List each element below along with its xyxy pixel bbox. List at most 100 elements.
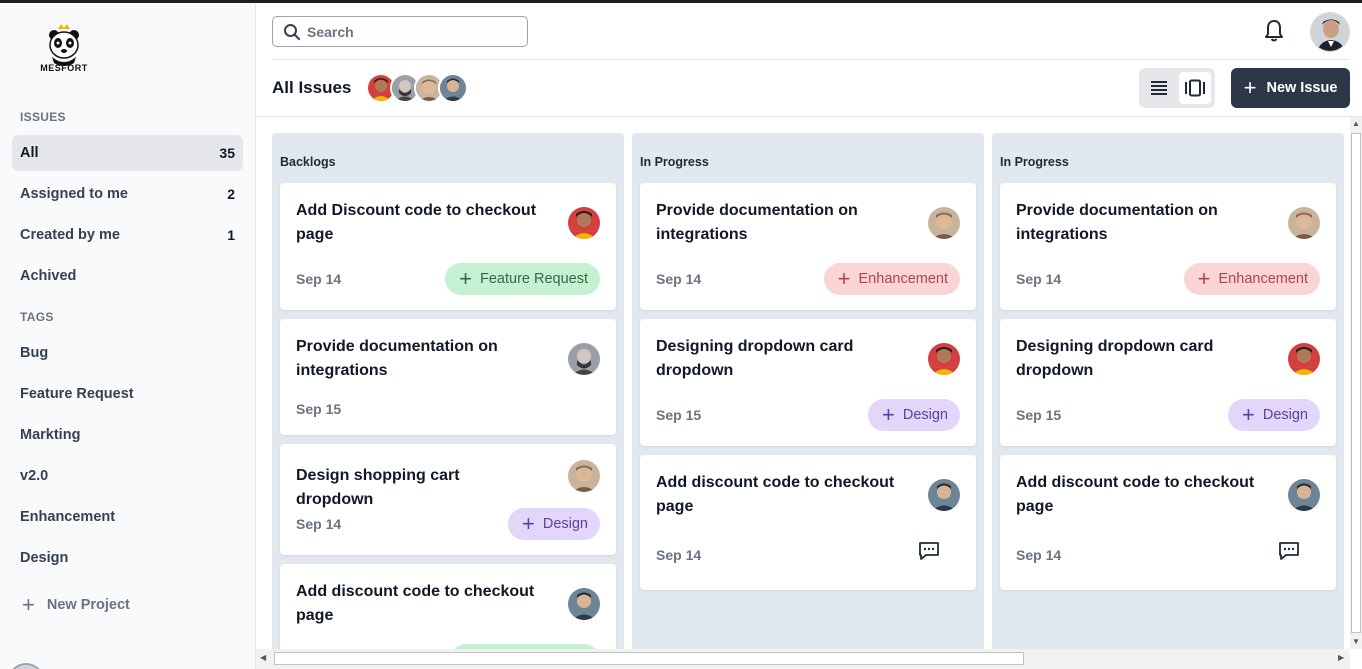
feature-request-tag[interactable]: + Feature Request	[445, 263, 600, 295]
sidebar-item-label: Enhancement	[20, 509, 116, 525]
card-title: Add Discount code to checkout page	[296, 202, 537, 243]
card-title: Provide documentation on integrations	[1016, 202, 1218, 243]
issue-card[interactable]: Add Discount code to checkout page Sep 1…	[280, 183, 616, 310]
issue-card[interactable]: Provide documentation on integrations Se…	[280, 319, 616, 435]
card-date: Sep 15	[296, 401, 342, 417]
horizontal-scrollbar[interactable]: ◀ ▶	[256, 649, 1350, 669]
list-view-icon	[1151, 81, 1167, 95]
sidebar-item-label: Created by me	[20, 227, 120, 243]
sidebar-item-v2[interactable]: v2.0	[12, 458, 243, 494]
avatar	[438, 73, 468, 103]
card-date: Sep 15	[1016, 407, 1062, 423]
vertical-scrollbar[interactable]: ▲ ▼	[1350, 117, 1362, 649]
scrollbar-thumb[interactable]	[274, 652, 1024, 665]
header-divider	[272, 59, 1350, 60]
bell-icon[interactable]	[1262, 18, 1286, 44]
sidebar-item-label: Bug	[20, 345, 49, 361]
assignee-avatar	[928, 207, 960, 239]
sidebar-item-label: Feature Request	[20, 386, 134, 402]
enhancement-tag[interactable]: + Enhancement	[823, 263, 960, 295]
plus-icon: +	[882, 402, 895, 427]
card-title: Add discount code to checkout page	[1016, 474, 1255, 515]
sidebar-item-enhancement[interactable]: Enhancement	[12, 499, 243, 535]
issue-card[interactable]: Designing dropdown card dropdown Sep 15 …	[1000, 319, 1336, 446]
card-date: Sep 14	[656, 271, 702, 287]
member-avatars[interactable]	[366, 73, 468, 103]
scrollbar-thumb[interactable]	[1351, 133, 1361, 633]
plus-icon: +	[837, 266, 851, 291]
tag-label: Design	[902, 407, 948, 423]
issue-card[interactable]: Provide documentation on integrations Se…	[640, 183, 976, 310]
design-tag[interactable]: + Design	[508, 508, 600, 540]
sidebar-item-label: Design	[20, 550, 69, 566]
tag-label: Feature Request	[479, 271, 588, 287]
tag-label: Enhancement	[1218, 271, 1308, 287]
enhancement-tag[interactable]: + Enhancement	[1183, 263, 1320, 295]
new-project-button[interactable]: + New Project	[22, 594, 130, 616]
sidebar-item-design[interactable]: Design	[12, 540, 243, 576]
sidebar-item-bug[interactable]: Bug	[12, 335, 243, 371]
scroll-right-arrow-icon[interactable]: ▶	[1338, 653, 1344, 662]
sidebar-item-count: 1	[227, 227, 235, 243]
assignee-avatar	[568, 207, 600, 239]
plus-icon: +	[1243, 75, 1257, 100]
search-input[interactable]	[307, 23, 507, 40]
search-box[interactable]	[272, 16, 528, 47]
comment-icon[interactable]	[1278, 541, 1300, 561]
assignee-avatar	[1288, 479, 1320, 511]
user-avatar-image	[1311, 13, 1349, 51]
issue-card[interactable]: Designing dropdown card dropdown Sep 15 …	[640, 319, 976, 446]
card-title: Add discount code to checkout page	[296, 583, 535, 624]
card-title: Provide documentation on integrations	[656, 202, 858, 243]
sidebar-item-all[interactable]: All 35	[12, 135, 243, 171]
scroll-left-arrow-icon[interactable]: ◀	[260, 653, 266, 662]
scroll-up-arrow-icon[interactable]: ▲	[1352, 119, 1360, 128]
comment-icon[interactable]	[918, 541, 940, 561]
column-in-progress: In Progress Provide documentation on int…	[632, 133, 984, 649]
card-date: Sep 14	[296, 516, 342, 532]
issue-card[interactable]: Add discount code to checkout page Sep 1…	[640, 455, 976, 590]
sidebar-item-feature-request[interactable]: Feature Request	[12, 376, 243, 412]
sidebar: MESFORT ISSUES All 35 Assigned to me 2 C…	[0, 3, 256, 669]
card-title: Designing dropdown card dropdown	[656, 338, 854, 379]
sidebar-item-count: 35	[219, 145, 235, 161]
sidebar-item-created-by-me[interactable]: Created by me 1	[12, 217, 243, 253]
scroll-down-arrow-icon[interactable]: ▼	[1352, 637, 1360, 646]
sidebar-item-markting[interactable]: Markting	[12, 417, 243, 453]
issue-card[interactable]: Provide documentation on integrations Se…	[1000, 183, 1336, 310]
sidebar-item-achived[interactable]: Achived	[12, 258, 243, 294]
issue-card[interactable]: Add discount code to checkout page Sep 1…	[1000, 455, 1336, 590]
user-avatar[interactable]	[1310, 12, 1350, 52]
card-title: Add discount code to checkout page	[656, 474, 895, 515]
tag-label: Design	[542, 516, 588, 532]
logo-text: MESFORT	[40, 63, 88, 73]
list-view-button[interactable]	[1143, 72, 1175, 104]
board-view-button[interactable]	[1179, 72, 1211, 104]
sidebar-item-count: 2	[227, 186, 235, 202]
column-in-progress: In Progress Provide documentation on int…	[992, 133, 1344, 649]
design-tag[interactable]: + Design	[868, 399, 960, 431]
plus-icon: +	[22, 592, 35, 617]
sidebar-item-assigned-to-me[interactable]: Assigned to me 2	[12, 176, 243, 212]
new-issue-button[interactable]: + New Issue	[1231, 68, 1350, 108]
sidebar-item-label: Markting	[20, 427, 81, 443]
card-date: Sep 14	[1016, 547, 1062, 563]
sidebar-item-label: Achived	[20, 268, 77, 284]
assignee-avatar	[568, 343, 600, 375]
issue-card[interactable]: Add discount code to checkout page	[280, 564, 616, 649]
issue-card[interactable]: Design shopping cart dropdown Sep 14 + D…	[280, 444, 616, 555]
avatar[interactable]	[8, 663, 44, 669]
card-date: Sep 14	[296, 271, 342, 287]
column-backlogs: Backlogs Add Discount code to checkout p…	[272, 133, 624, 649]
card-date: Sep 14	[1016, 271, 1062, 287]
search-icon	[284, 23, 301, 40]
card-title: Provide documentation on integrations	[296, 338, 498, 379]
column-title: In Progress	[1000, 155, 1069, 169]
plus-icon: +	[459, 266, 472, 291]
column-title: In Progress	[640, 155, 709, 169]
page-title: All Issues	[272, 78, 352, 97]
card-title: Designing dropdown card dropdown	[1016, 338, 1214, 379]
plus-icon: +	[1242, 402, 1255, 427]
design-tag[interactable]: + Design	[1228, 399, 1320, 431]
plus-icon: +	[522, 511, 535, 536]
